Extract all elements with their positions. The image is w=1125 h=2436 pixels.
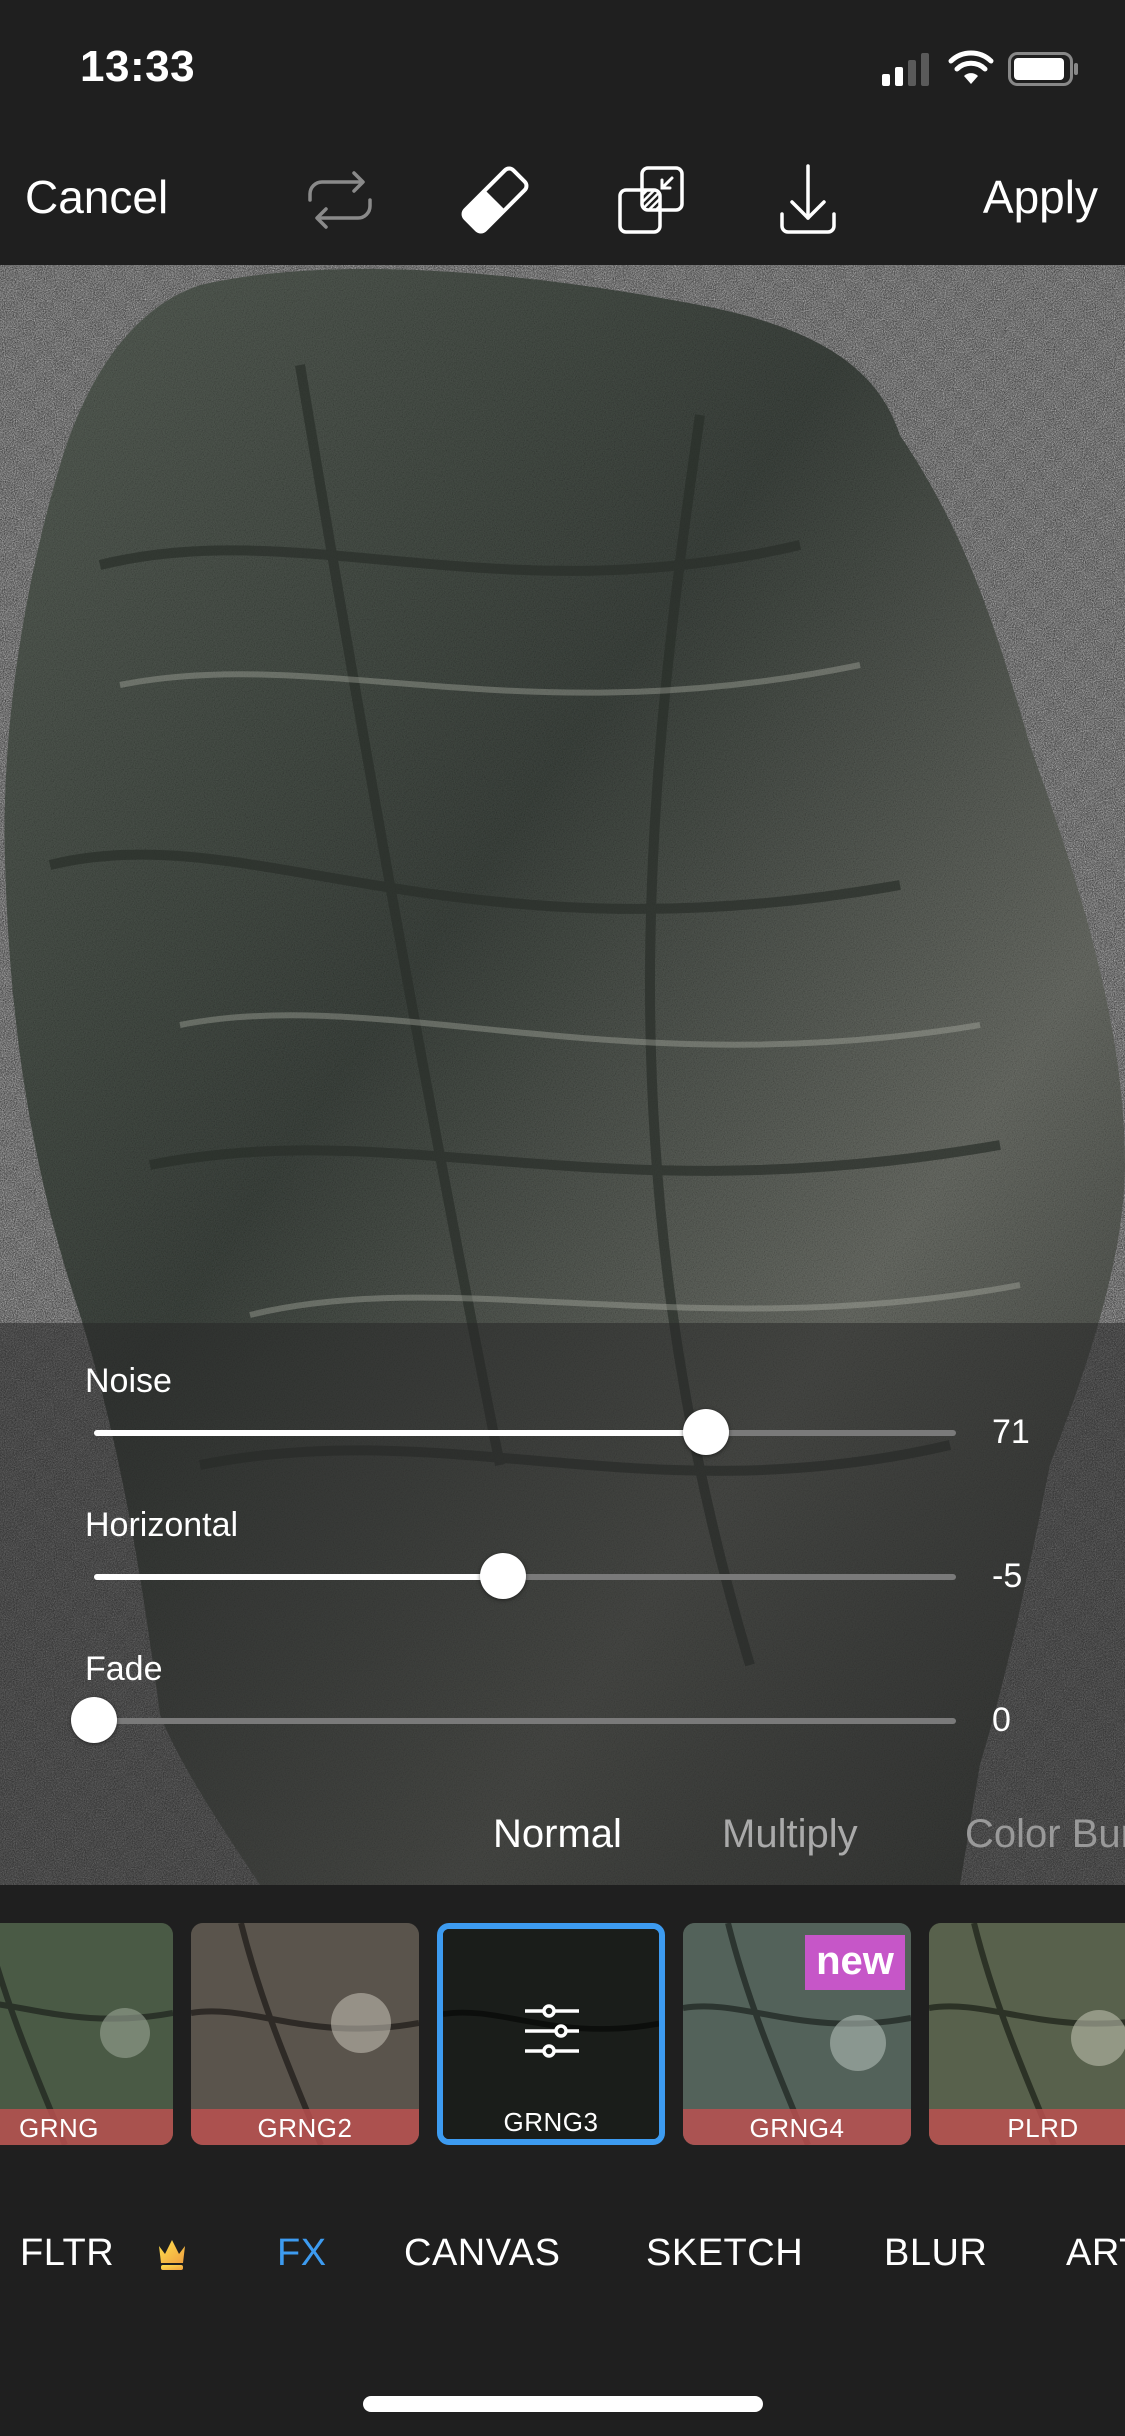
wifi-icon [948,50,994,84]
noise-slider-fill [94,1430,707,1436]
noise-slider-thumb[interactable] [683,1409,730,1455]
cellular-signal-icon [882,53,929,86]
apply-button[interactable]: Apply [983,170,1098,224]
crown-icon [159,2240,185,2270]
effect-thumb-grng2[interactable]: GRNG2 [191,1923,419,2145]
effect-thumbnail-strip[interactable]: GRNG GRNG2 GRNG3 GRNG4 new PLRD [0,1885,1125,2155]
effect-label: PLRD [929,2109,1125,2145]
download-icon[interactable] [768,160,848,240]
adjustment-panel [0,1323,1125,1885]
tab-art[interactable]: ART [1066,2232,1125,2275]
home-indicator [363,2396,763,2412]
image-canvas[interactable] [0,265,1125,1885]
repeat-icon[interactable] [300,160,380,240]
horizontal-slider[interactable] [94,1553,956,1599]
sliders-settings-icon [525,2004,579,2058]
blend-mode-color-burn[interactable]: Color Burn [965,1812,1125,1857]
horizontal-label: Horizontal [85,1506,239,1544]
effect-label: GRNG2 [191,2109,419,2145]
effect-thumb-grng[interactable]: GRNG [0,1923,173,2145]
tab-sketch[interactable]: SKETCH [646,2232,803,2275]
tab-canvas[interactable]: CANVAS [404,2232,560,2275]
tab-fltr[interactable]: FLTR [20,2232,114,2275]
status-time: 13:33 [80,42,196,91]
horizontal-value: -5 [992,1557,1023,1595]
tab-blur[interactable]: BLUR [884,2232,987,2275]
tab-fx[interactable]: FX [277,2232,327,2275]
horizontal-slider-fill [94,1574,504,1580]
effect-label: GRNG4 [683,2109,911,2145]
effect-thumb-plrd[interactable]: PLRD [929,1923,1125,2145]
noise-value: 71 [992,1413,1030,1451]
editor-toolbar [0,150,1125,265]
fade-slider-thumb[interactable] [71,1697,117,1743]
new-badge: new [805,1935,905,1990]
effect-thumb-grng4[interactable]: GRNG4 new [683,1923,911,2145]
blend-overlay-icon[interactable] [612,160,692,240]
effect-thumb-grng3[interactable]: GRNG3 [437,1923,665,2145]
status-bar: 13:33 [0,0,1125,140]
effect-label: GRNG [0,2109,173,2145]
noise-label: Noise [85,1362,172,1400]
battery-icon [1008,52,1078,86]
noise-slider[interactable] [94,1409,956,1455]
fade-value: 0 [992,1701,1011,1739]
blend-mode-multiply[interactable]: Multiply [722,1812,858,1857]
fade-label: Fade [85,1650,163,1688]
effect-label: GRNG3 [503,2107,599,2137]
cancel-button[interactable]: Cancel [25,170,168,224]
eraser-icon[interactable] [455,160,535,240]
fade-slider[interactable] [71,1697,956,1743]
blend-mode-normal[interactable]: Normal [493,1812,622,1857]
